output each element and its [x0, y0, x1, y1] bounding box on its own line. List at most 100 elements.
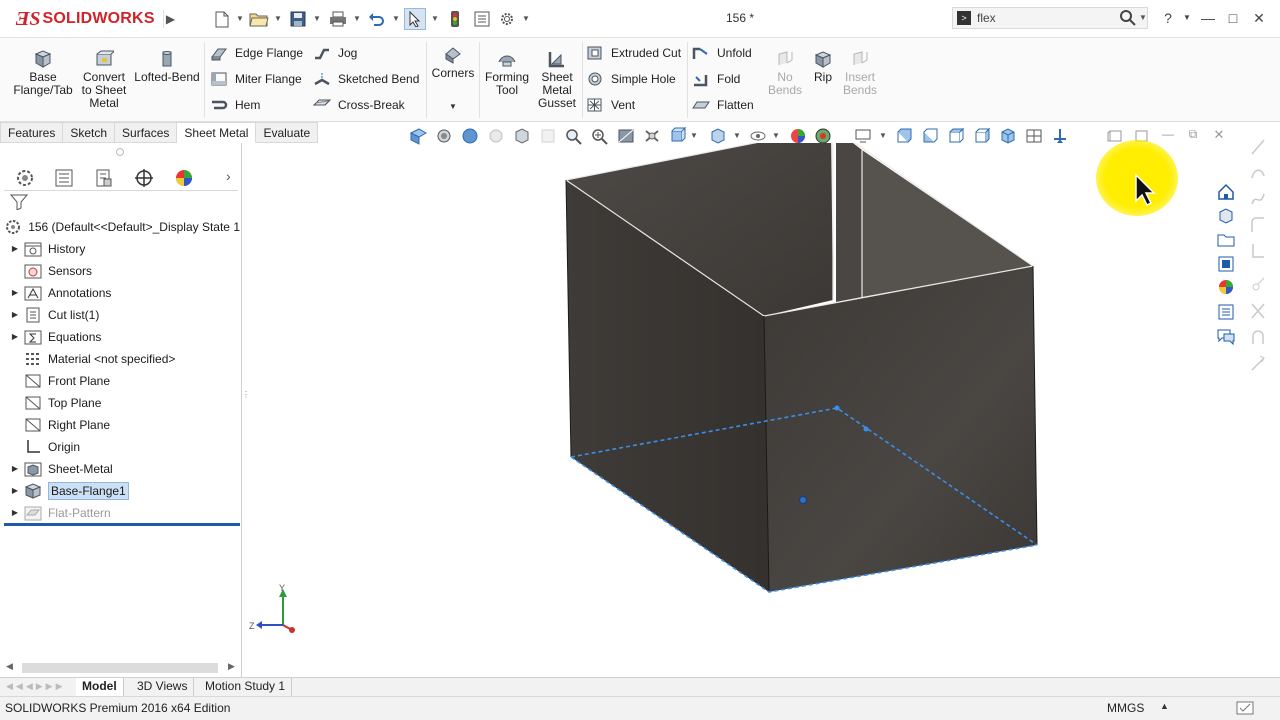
corners-button[interactable]: Corners: [430, 46, 476, 80]
design-library-icon[interactable]: [1216, 206, 1236, 226]
extruded-cut-button[interactable]: Extruded Cut: [586, 43, 681, 63]
options-gear-icon[interactable]: [497, 8, 517, 30]
tree-item-front-plane[interactable]: Front Plane: [0, 370, 240, 391]
tab-sketch[interactable]: Sketch: [63, 122, 116, 143]
hide-show-dropdown-icon[interactable]: ▼: [772, 131, 780, 140]
box-front-wall[interactable]: [764, 266, 1037, 592]
box-back-right-wall[interactable]: [836, 143, 862, 302]
sketched-bend-button[interactable]: Sketched Bend: [313, 69, 419, 89]
tree-item-top-plane[interactable]: Top Plane: [0, 392, 240, 413]
expand-arrow-icon[interactable]: ▶: [10, 486, 20, 495]
forming-tool-button[interactable]: Forming Tool: [483, 50, 531, 97]
panel-collapse-handle-icon[interactable]: [116, 148, 124, 156]
no-bends-button[interactable]: No Bends: [765, 50, 805, 97]
graphics-area[interactable]: Y Z: [243, 143, 1240, 677]
unfold-button[interactable]: Unfold: [692, 43, 752, 63]
solidworks-forum-icon[interactable]: [1216, 326, 1236, 346]
expand-arrow-icon[interactable]: ▶: [10, 288, 20, 297]
fold-button[interactable]: Fold: [692, 69, 740, 89]
tab-motion-study-1[interactable]: Motion Study 1: [199, 678, 293, 696]
sketch-tool-trim-icon[interactable]: [1250, 276, 1266, 294]
options-dropdown-icon[interactable]: ▼: [522, 14, 530, 23]
minimize-icon[interactable]: —: [1198, 9, 1218, 27]
rebuild-status-icon[interactable]: [1236, 700, 1254, 716]
tree-item-flat-pattern[interactable]: ▶ Flat-Pattern: [0, 502, 240, 523]
view-setting-dropdown-icon[interactable]: ▼: [879, 131, 887, 140]
tree-item-material[interactable]: Material <not specified>: [0, 348, 240, 369]
sketch-tool-corner-icon[interactable]: [1250, 242, 1266, 260]
sketch-tool-smart-dim-icon[interactable]: [1250, 354, 1266, 372]
sketch-tool-scissors-icon[interactable]: [1250, 302, 1266, 320]
lofted-bend-button[interactable]: Lofted-Bend: [133, 50, 201, 84]
search-input[interactable]: [977, 10, 1117, 26]
custom-properties-icon[interactable]: [1216, 302, 1236, 322]
vent-button[interactable]: Vent: [586, 95, 635, 115]
base-flange-tab-button[interactable]: Base Flange/Tab: [12, 50, 74, 97]
tree-item-history[interactable]: ▶ History: [0, 238, 240, 259]
tree-item-origin[interactable]: Origin: [0, 436, 240, 457]
insert-bends-button[interactable]: Insert Bends: [840, 50, 880, 97]
tab-evaluate[interactable]: Evaluate: [256, 122, 319, 143]
tab-model[interactable]: Model: [76, 678, 124, 696]
tree-item-right-plane[interactable]: Right Plane: [0, 414, 240, 435]
panel-horizontal-scrollbar[interactable]: ◀ ▶: [4, 661, 238, 675]
sketch-tool-fillet-icon[interactable]: [1250, 216, 1266, 234]
rollback-bar[interactable]: [4, 523, 240, 526]
jog-button[interactable]: Jog: [313, 43, 357, 63]
select-dropdown-icon[interactable]: ▼: [431, 14, 439, 23]
tab-navigation-arrows-icon[interactable]: ◀◀◀▶▶▶: [6, 681, 66, 694]
solidworks-logo[interactable]: ƎS SOLIDWORKS: [16, 6, 155, 32]
scroll-right-icon[interactable]: ▶: [228, 661, 235, 672]
print-icon[interactable]: [327, 8, 349, 30]
maximize-icon[interactable]: □: [1223, 9, 1243, 27]
view-palette-icon[interactable]: [1216, 254, 1236, 274]
property-manager-tab-icon[interactable]: [53, 167, 75, 189]
file-properties-icon[interactable]: [472, 8, 492, 30]
tab-3d-views[interactable]: 3D Views: [131, 678, 195, 696]
flatten-button[interactable]: Flatten: [692, 95, 754, 115]
edge-flange-button[interactable]: Edge Flange: [210, 43, 303, 63]
tree-item-base-flange1[interactable]: ▶ Base-Flange1: [0, 480, 240, 501]
search-icon[interactable]: [1119, 9, 1137, 30]
unit-system-dropdown-icon[interactable]: ▲: [1160, 701, 1169, 711]
save-icon[interactable]: [288, 8, 308, 30]
tree-item-sensors[interactable]: Sensors: [0, 260, 240, 281]
expand-arrow-icon[interactable]: ▶: [10, 508, 20, 517]
sketch-origin-point[interactable]: [799, 496, 807, 504]
display-manager-tab-icon[interactable]: [173, 167, 195, 189]
tree-item-sheet-metal[interactable]: ▶ Sheet-Metal: [0, 458, 240, 479]
tree-item-cut-list[interactable]: ▶ Cut list(1): [0, 304, 240, 325]
rip-button[interactable]: Rip: [808, 50, 838, 84]
expand-arrow-icon[interactable]: ▶: [10, 244, 20, 253]
unit-system-label[interactable]: MMGS: [1107, 701, 1144, 715]
tree-root-part[interactable]: 156 (Default<<Default>_Display State 1: [0, 216, 240, 237]
view-orientation-dropdown-icon[interactable]: ▼: [690, 131, 698, 140]
expand-arrow-icon[interactable]: ▶: [10, 464, 20, 473]
dimxpert-manager-tab-icon[interactable]: [133, 167, 155, 189]
simple-hole-button[interactable]: Simple Hole: [586, 69, 676, 89]
file-explorer-icon[interactable]: [1216, 230, 1236, 250]
rebuild-traffic-light-icon[interactable]: [447, 8, 463, 30]
select-arrow-icon[interactable]: [404, 8, 426, 30]
undo-dropdown-icon[interactable]: ▼: [392, 14, 400, 23]
sketch-tool-spline-icon[interactable]: [1250, 190, 1266, 208]
scroll-left-icon[interactable]: ◀: [6, 661, 13, 672]
sketch-point[interactable]: [834, 405, 840, 411]
sketch-point[interactable]: [863, 426, 869, 432]
filter-icon[interactable]: [10, 194, 28, 210]
help-icon[interactable]: ?: [1158, 9, 1178, 27]
tab-surfaces[interactable]: Surfaces: [115, 122, 178, 143]
sketch-tool-arc-icon[interactable]: [1250, 164, 1266, 182]
open-folder-icon[interactable]: [248, 8, 270, 30]
new-document-icon[interactable]: [212, 8, 232, 30]
save-dropdown-icon[interactable]: ▼: [313, 14, 321, 23]
configuration-manager-tab-icon[interactable]: [93, 167, 115, 189]
help-dropdown-icon[interactable]: ▼: [1177, 9, 1197, 27]
manager-tabs-more-icon[interactable]: ›: [226, 168, 231, 184]
appearances-scenes-icon[interactable]: [1216, 277, 1236, 297]
convert-to-sheet-metal-button[interactable]: Convert to Sheet Metal: [78, 50, 130, 110]
print-dropdown-icon[interactable]: ▼: [353, 14, 361, 23]
tree-item-annotations[interactable]: ▶ Annotations: [0, 282, 240, 303]
miter-flange-button[interactable]: Miter Flange: [210, 69, 302, 89]
tab-features[interactable]: Features: [0, 122, 64, 143]
